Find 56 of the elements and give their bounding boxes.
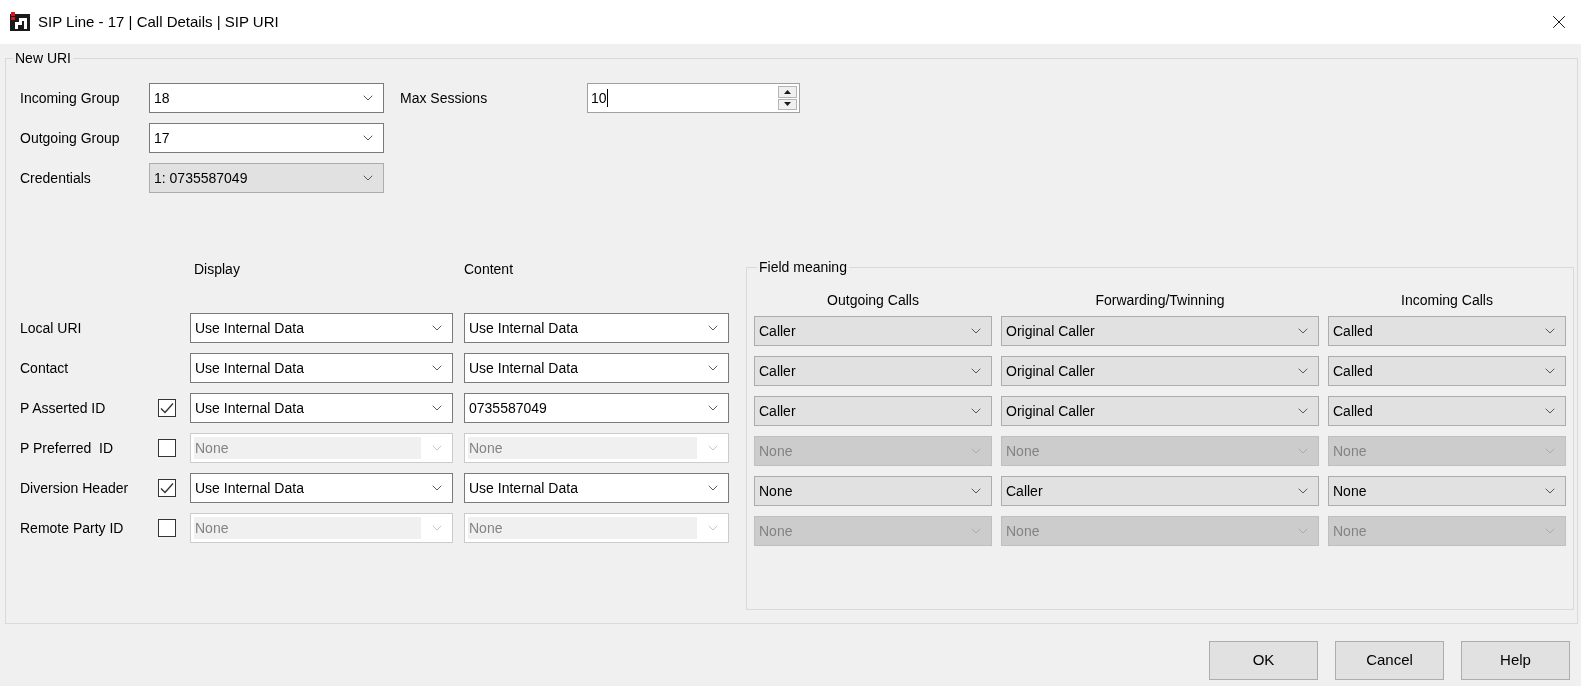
column-header: Content <box>464 261 514 277</box>
field-label: Credentials <box>20 168 92 188</box>
dropdown[interactable]: Called <box>1328 316 1566 346</box>
dropdown[interactable]: 18 <box>149 83 384 113</box>
checkmark-icon <box>160 402 174 414</box>
row-label: P Preferred ID <box>20 438 115 458</box>
checkmark-icon <box>160 482 174 494</box>
row-label: P Asserted ID <box>20 398 107 418</box>
checkbox[interactable] <box>158 479 176 497</box>
number-field[interactable]: 10 <box>587 83 800 113</box>
dropdown[interactable]: Called <box>1328 356 1566 386</box>
row-label: Local URI <box>20 318 83 338</box>
dropdown[interactable]: Caller <box>754 316 992 346</box>
dialog-button[interactable]: Cancel <box>1335 641 1444 680</box>
dropdown[interactable]: Use Internal Data <box>190 473 453 503</box>
column-header: Incoming Calls <box>1400 292 1494 308</box>
dropdown[interactable]: 17 <box>149 123 384 153</box>
dialog-button[interactable]: Help <box>1461 641 1570 680</box>
column-header: Display <box>194 261 241 277</box>
dropdown[interactable]: Use Internal Data <box>190 353 453 383</box>
dropdown[interactable]: Caller <box>1001 476 1319 506</box>
dropdown[interactable]: None <box>1328 476 1566 506</box>
spin-up-button[interactable] <box>778 86 797 98</box>
dropdown[interactable]: Use Internal Data <box>190 313 453 343</box>
app-logo-icon <box>10 12 30 32</box>
row-label: Remote Party ID <box>20 518 125 538</box>
dropdown[interactable]: Called <box>1328 396 1566 426</box>
dropdown[interactable]: 1: 0735587049 <box>149 163 384 193</box>
checkbox[interactable] <box>158 519 176 537</box>
window-title: SIP Line - 17 | Call Details | SIP URI <box>38 11 279 32</box>
column-header: Outgoing Calls <box>826 292 920 308</box>
dropdown[interactable]: 0735587049 <box>464 393 729 423</box>
dropdown[interactable]: Caller <box>754 356 992 386</box>
dialog-button[interactable]: OK <box>1209 641 1318 680</box>
column-header: Forwarding/Twinning <box>1094 292 1226 308</box>
dropdown[interactable]: Use Internal Data <box>464 473 729 503</box>
row-label: Contact <box>20 358 70 378</box>
dropdown[interactable]: Original Caller <box>1001 316 1319 346</box>
up-triangle-icon <box>784 89 791 94</box>
field-label: Outgoing Group <box>20 128 121 148</box>
group-title: Field meaning <box>758 259 848 275</box>
checkbox[interactable] <box>158 399 176 417</box>
dropdown[interactable]: Original Caller <box>1001 356 1319 386</box>
dropdown[interactable]: None <box>754 476 992 506</box>
dropdown[interactable]: Use Internal Data <box>464 353 729 383</box>
dropdown[interactable]: Caller <box>754 396 992 426</box>
dropdown[interactable]: Use Internal Data <box>190 393 453 423</box>
row-label: Diversion Header <box>20 478 130 498</box>
group-title: New URI <box>14 50 72 66</box>
dropdown[interactable]: Original Caller <box>1001 396 1319 426</box>
field-label: Incoming Group <box>20 88 121 108</box>
field-label: Max Sessions <box>400 88 489 108</box>
spin-down-button[interactable] <box>778 98 797 110</box>
down-triangle-icon <box>784 102 791 107</box>
checkbox[interactable] <box>158 439 176 457</box>
dropdown[interactable]: Use Internal Data <box>464 313 729 343</box>
